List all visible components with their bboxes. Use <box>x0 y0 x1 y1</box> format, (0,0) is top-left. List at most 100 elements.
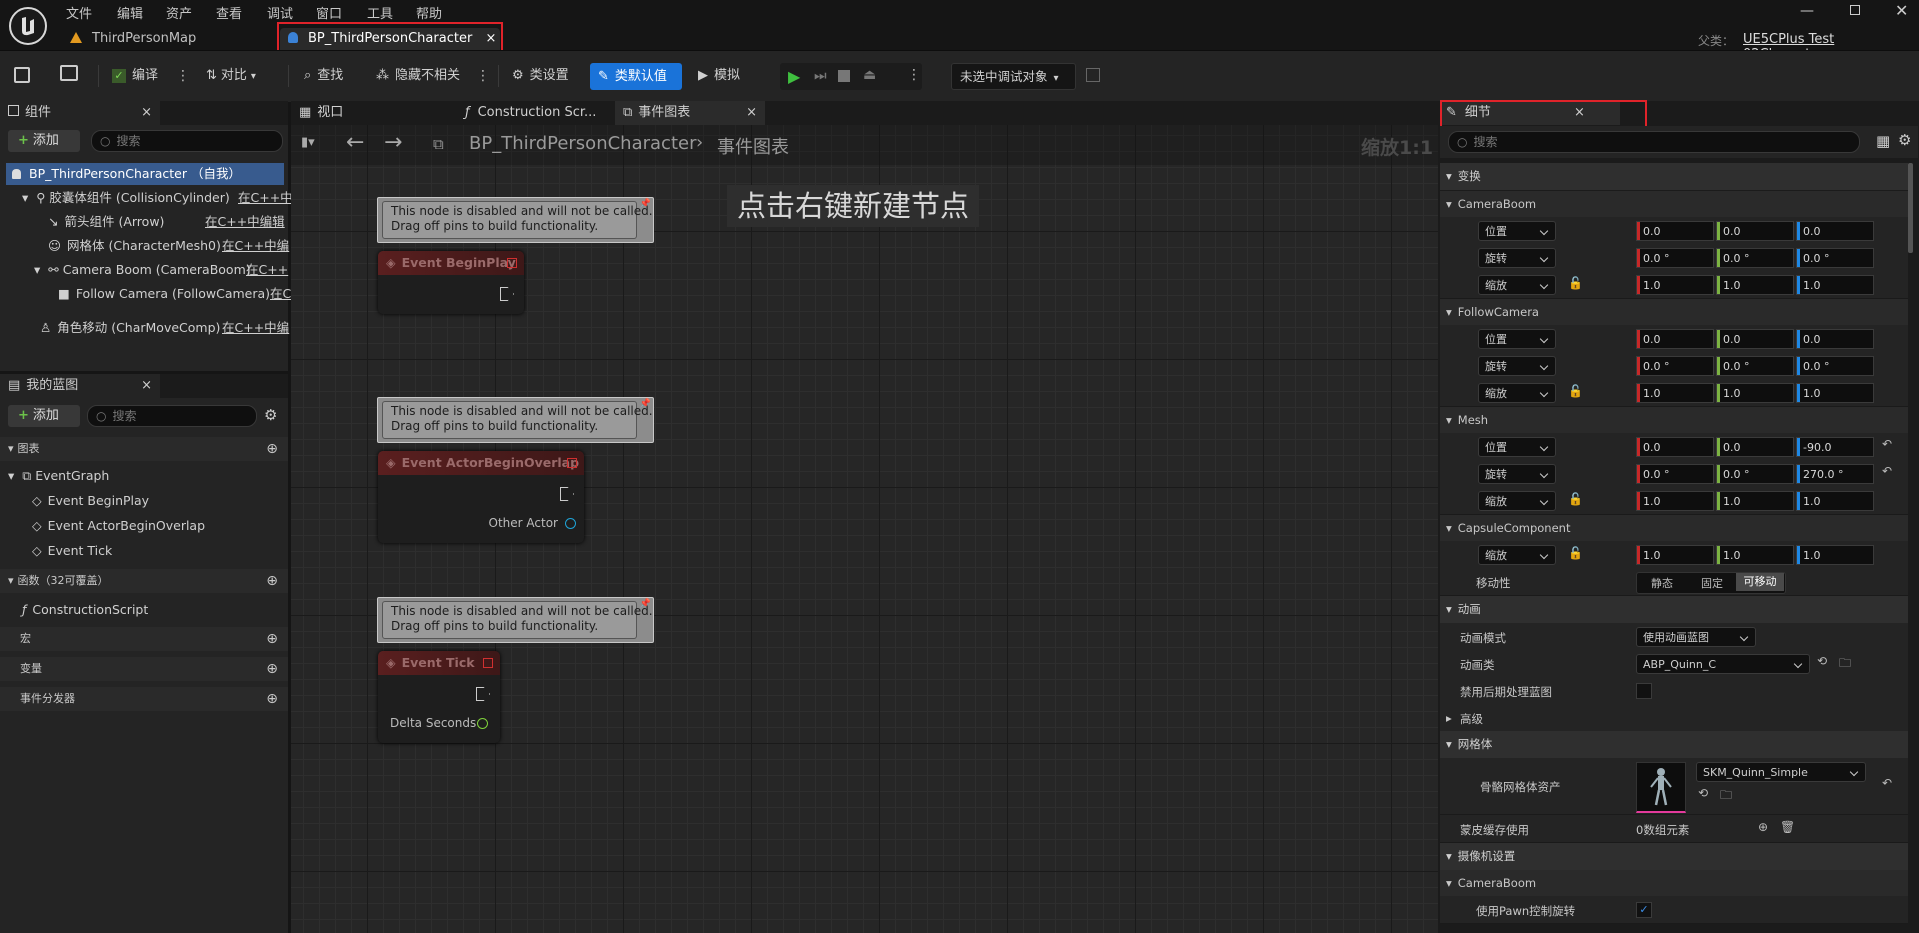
tab-close-icon[interactable]: × <box>141 101 152 125</box>
simulate-button[interactable]: ▶ 模拟 <box>698 64 740 88</box>
details-scrollbar[interactable] <box>1908 163 1913 253</box>
delegate-pin-icon[interactable] <box>483 658 493 668</box>
save-icon[interactable] <box>14 67 30 83</box>
location-x-input[interactable]: 0.0 <box>1636 437 1714 457</box>
scale-x-input[interactable]: 1.0 <box>1636 545 1714 565</box>
anim-class-dropdown[interactable]: ABP_Quinn_C <box>1636 654 1810 674</box>
rotation-mode-dropdown[interactable]: 旋转 <box>1478 464 1556 484</box>
gear-icon[interactable]: ⚙ <box>1898 131 1911 149</box>
event-beginplay-item[interactable]: ◇ Event BeginPlay <box>32 490 149 512</box>
rotation-mode-dropdown[interactable]: 旋转 <box>1478 356 1556 376</box>
pin-icon[interactable]: 📌 <box>640 599 651 609</box>
delegate-pin-icon[interactable] <box>567 458 577 468</box>
scale-z-input[interactable]: 1.0 <box>1796 275 1874 295</box>
category-animation[interactable]: ▾ 动画 <box>1440 596 1908 623</box>
location-x-input[interactable]: 0.0 <box>1636 329 1714 349</box>
stop-icon[interactable] <box>838 70 850 82</box>
skeletal-mesh-dropdown[interactable]: SKM_Quinn_Simple <box>1696 762 1866 782</box>
use-selected-icon[interactable]: ⟲ <box>1817 654 1827 668</box>
add-circle-icon[interactable]: ⊕ <box>266 437 278 461</box>
compile-button[interactable]: ✓ 编译 <box>112 64 158 88</box>
menu-asset[interactable]: 资产 <box>166 3 192 22</box>
compile-options-icon[interactable]: ⋮ <box>176 68 190 84</box>
debug-filter-icon[interactable] <box>1086 68 1100 82</box>
menu-debug[interactable]: 调试 <box>267 3 293 22</box>
rotation-y-input[interactable]: 0.0 ° <box>1716 356 1794 376</box>
event-graph-canvas[interactable]: ▮▾ ← → ⧉ BP_ThirdPersonCharacter › 事件图表 … <box>291 125 1438 933</box>
menu-help[interactable]: 帮助 <box>416 3 442 22</box>
hide-unrelated-button[interactable]: ⁂ 隐藏不相关 <box>376 64 460 88</box>
location-z-input[interactable]: -90.0 <box>1796 437 1874 457</box>
use-selected-icon[interactable]: ⟲ <box>1698 786 1708 800</box>
lock-icon[interactable]: 🔓 <box>1568 276 1583 290</box>
class-settings-button[interactable]: ⚙ 类设置 <box>512 64 569 88</box>
mobility-static[interactable]: 静态 <box>1651 575 1673 591</box>
pawn-rotation-checkbox[interactable]: ✓ <box>1636 902 1652 918</box>
add-circle-icon[interactable]: ⊕ <box>266 627 278 651</box>
scale-z-input[interactable]: 1.0 <box>1796 545 1874 565</box>
location-y-input[interactable]: 0.0 <box>1716 437 1794 457</box>
tab-construction-script[interactable]: ƒ Construction Scr... <box>453 101 613 125</box>
node-event-tick[interactable]: ◈ Event Tick Delta Seconds <box>378 651 500 743</box>
back-arrow-icon[interactable]: ← <box>346 130 364 155</box>
forward-arrow-icon[interactable]: → <box>384 130 402 155</box>
float-pin-icon[interactable] <box>477 718 488 729</box>
location-y-input[interactable]: 0.0 <box>1716 221 1794 241</box>
disabled-comment[interactable]: This node is disabled and will not be ca… <box>377 597 654 643</box>
browse-folder-icon[interactable]: 🗀 <box>1720 786 1732 807</box>
edit-in-cpp-link[interactable]: 在C <box>270 283 291 305</box>
diff-button[interactable]: ⇅ 对比 ▾ <box>206 64 256 88</box>
browse-folder-icon[interactable]: 🗀 <box>1839 654 1851 675</box>
add-component-button[interactable]: + 添加 <box>8 130 80 152</box>
components-search-input[interactable]: ○ 搜索 <box>91 130 283 152</box>
add-member-button[interactable]: + 添加 <box>8 405 80 427</box>
location-mode-dropdown[interactable]: 位置 <box>1478 329 1556 349</box>
scale-y-input[interactable]: 1.0 <box>1716 545 1794 565</box>
pin-icon[interactable]: 📌 <box>640 199 651 209</box>
rotation-x-input[interactable]: 0.0 ° <box>1636 356 1714 376</box>
edit-in-cpp-link[interactable]: 在C++中编辑 <box>205 211 285 233</box>
component-item-capsule[interactable]: ▾ ⚲ 胶囊体组件 (CollisionCylinder) <box>22 187 230 209</box>
node-event-actorbeginoverlap[interactable]: ◈ Event ActorBeginOverlap Other Actor <box>378 451 584 543</box>
rotation-z-input[interactable]: 270.0 ° <box>1796 464 1874 484</box>
tab-viewport[interactable]: ▦ 视口 <box>291 101 451 125</box>
lock-icon[interactable]: 🔓 <box>1568 492 1583 506</box>
tab-close-icon[interactable]: × <box>141 374 152 398</box>
object-pin-icon[interactable] <box>565 518 576 529</box>
node-event-beginplay[interactable]: ◈ Event BeginPlay <box>378 251 524 314</box>
scale-y-input[interactable]: 1.0 <box>1716 275 1794 295</box>
breadcrumb-blueprint[interactable]: BP_ThirdPersonCharacter <box>469 133 696 154</box>
edit-in-cpp-link[interactable]: 在C++中编 <box>222 317 289 339</box>
breadcrumb-graph[interactable]: 事件图表 <box>717 133 789 159</box>
tab-close-icon[interactable]: × <box>746 101 757 125</box>
table-view-icon[interactable]: ▦ <box>1876 132 1890 150</box>
section-followcamera[interactable]: ▾ FollowCamera <box>1440 299 1908 325</box>
scale-y-input[interactable]: 1.0 <box>1716 383 1794 403</box>
section-graphs[interactable]: ▾ 图表 ⊕ <box>0 437 288 461</box>
mobility-stationary[interactable]: 固定 <box>1701 575 1723 591</box>
scale-mode-dropdown[interactable]: 缩放 <box>1478 491 1556 511</box>
component-item-cameraboom[interactable]: ▾ ⚯ Camera Boom (CameraBoom) <box>34 259 251 281</box>
section-variables[interactable]: 变量 ⊕ <box>0 657 288 681</box>
disabled-comment[interactable]: This node is disabled and will not be ca… <box>377 197 654 243</box>
menu-edit[interactable]: 编辑 <box>117 3 143 22</box>
event-overlap-item[interactable]: ◇ Event ActorBeginOverlap <box>32 515 205 537</box>
minimize-icon[interactable]: — <box>1800 3 1814 19</box>
tab-components[interactable]: 组件 × <box>0 101 160 125</box>
scale-mode-dropdown[interactable]: 缩放 <box>1478 383 1556 403</box>
event-tick-item[interactable]: ◇ Event Tick <box>32 540 112 562</box>
menu-file[interactable]: 文件 <box>66 3 92 22</box>
section-cameraboom-settings[interactable]: ▾ CameraBoom <box>1440 870 1908 896</box>
add-circle-icon[interactable]: ⊕ <box>266 687 278 711</box>
menu-window[interactable]: 窗口 <box>316 3 342 22</box>
reset-arrow-icon[interactable]: ↶ <box>1882 437 1892 451</box>
play-icon[interactable]: ▶ <box>788 67 800 86</box>
disabled-comment[interactable]: This node is disabled and will not be ca… <box>377 397 654 443</box>
add-circle-icon[interactable]: ⊕ <box>266 569 278 593</box>
eject-icon[interactable]: ⏏ <box>863 67 876 83</box>
scale-x-input[interactable]: 1.0 <box>1636 491 1714 511</box>
location-mode-dropdown[interactable]: 位置 <box>1478 437 1556 457</box>
lock-icon[interactable]: 🔓 <box>1568 546 1583 560</box>
lock-icon[interactable]: 🔓 <box>1568 384 1583 398</box>
location-y-input[interactable]: 0.0 <box>1716 329 1794 349</box>
